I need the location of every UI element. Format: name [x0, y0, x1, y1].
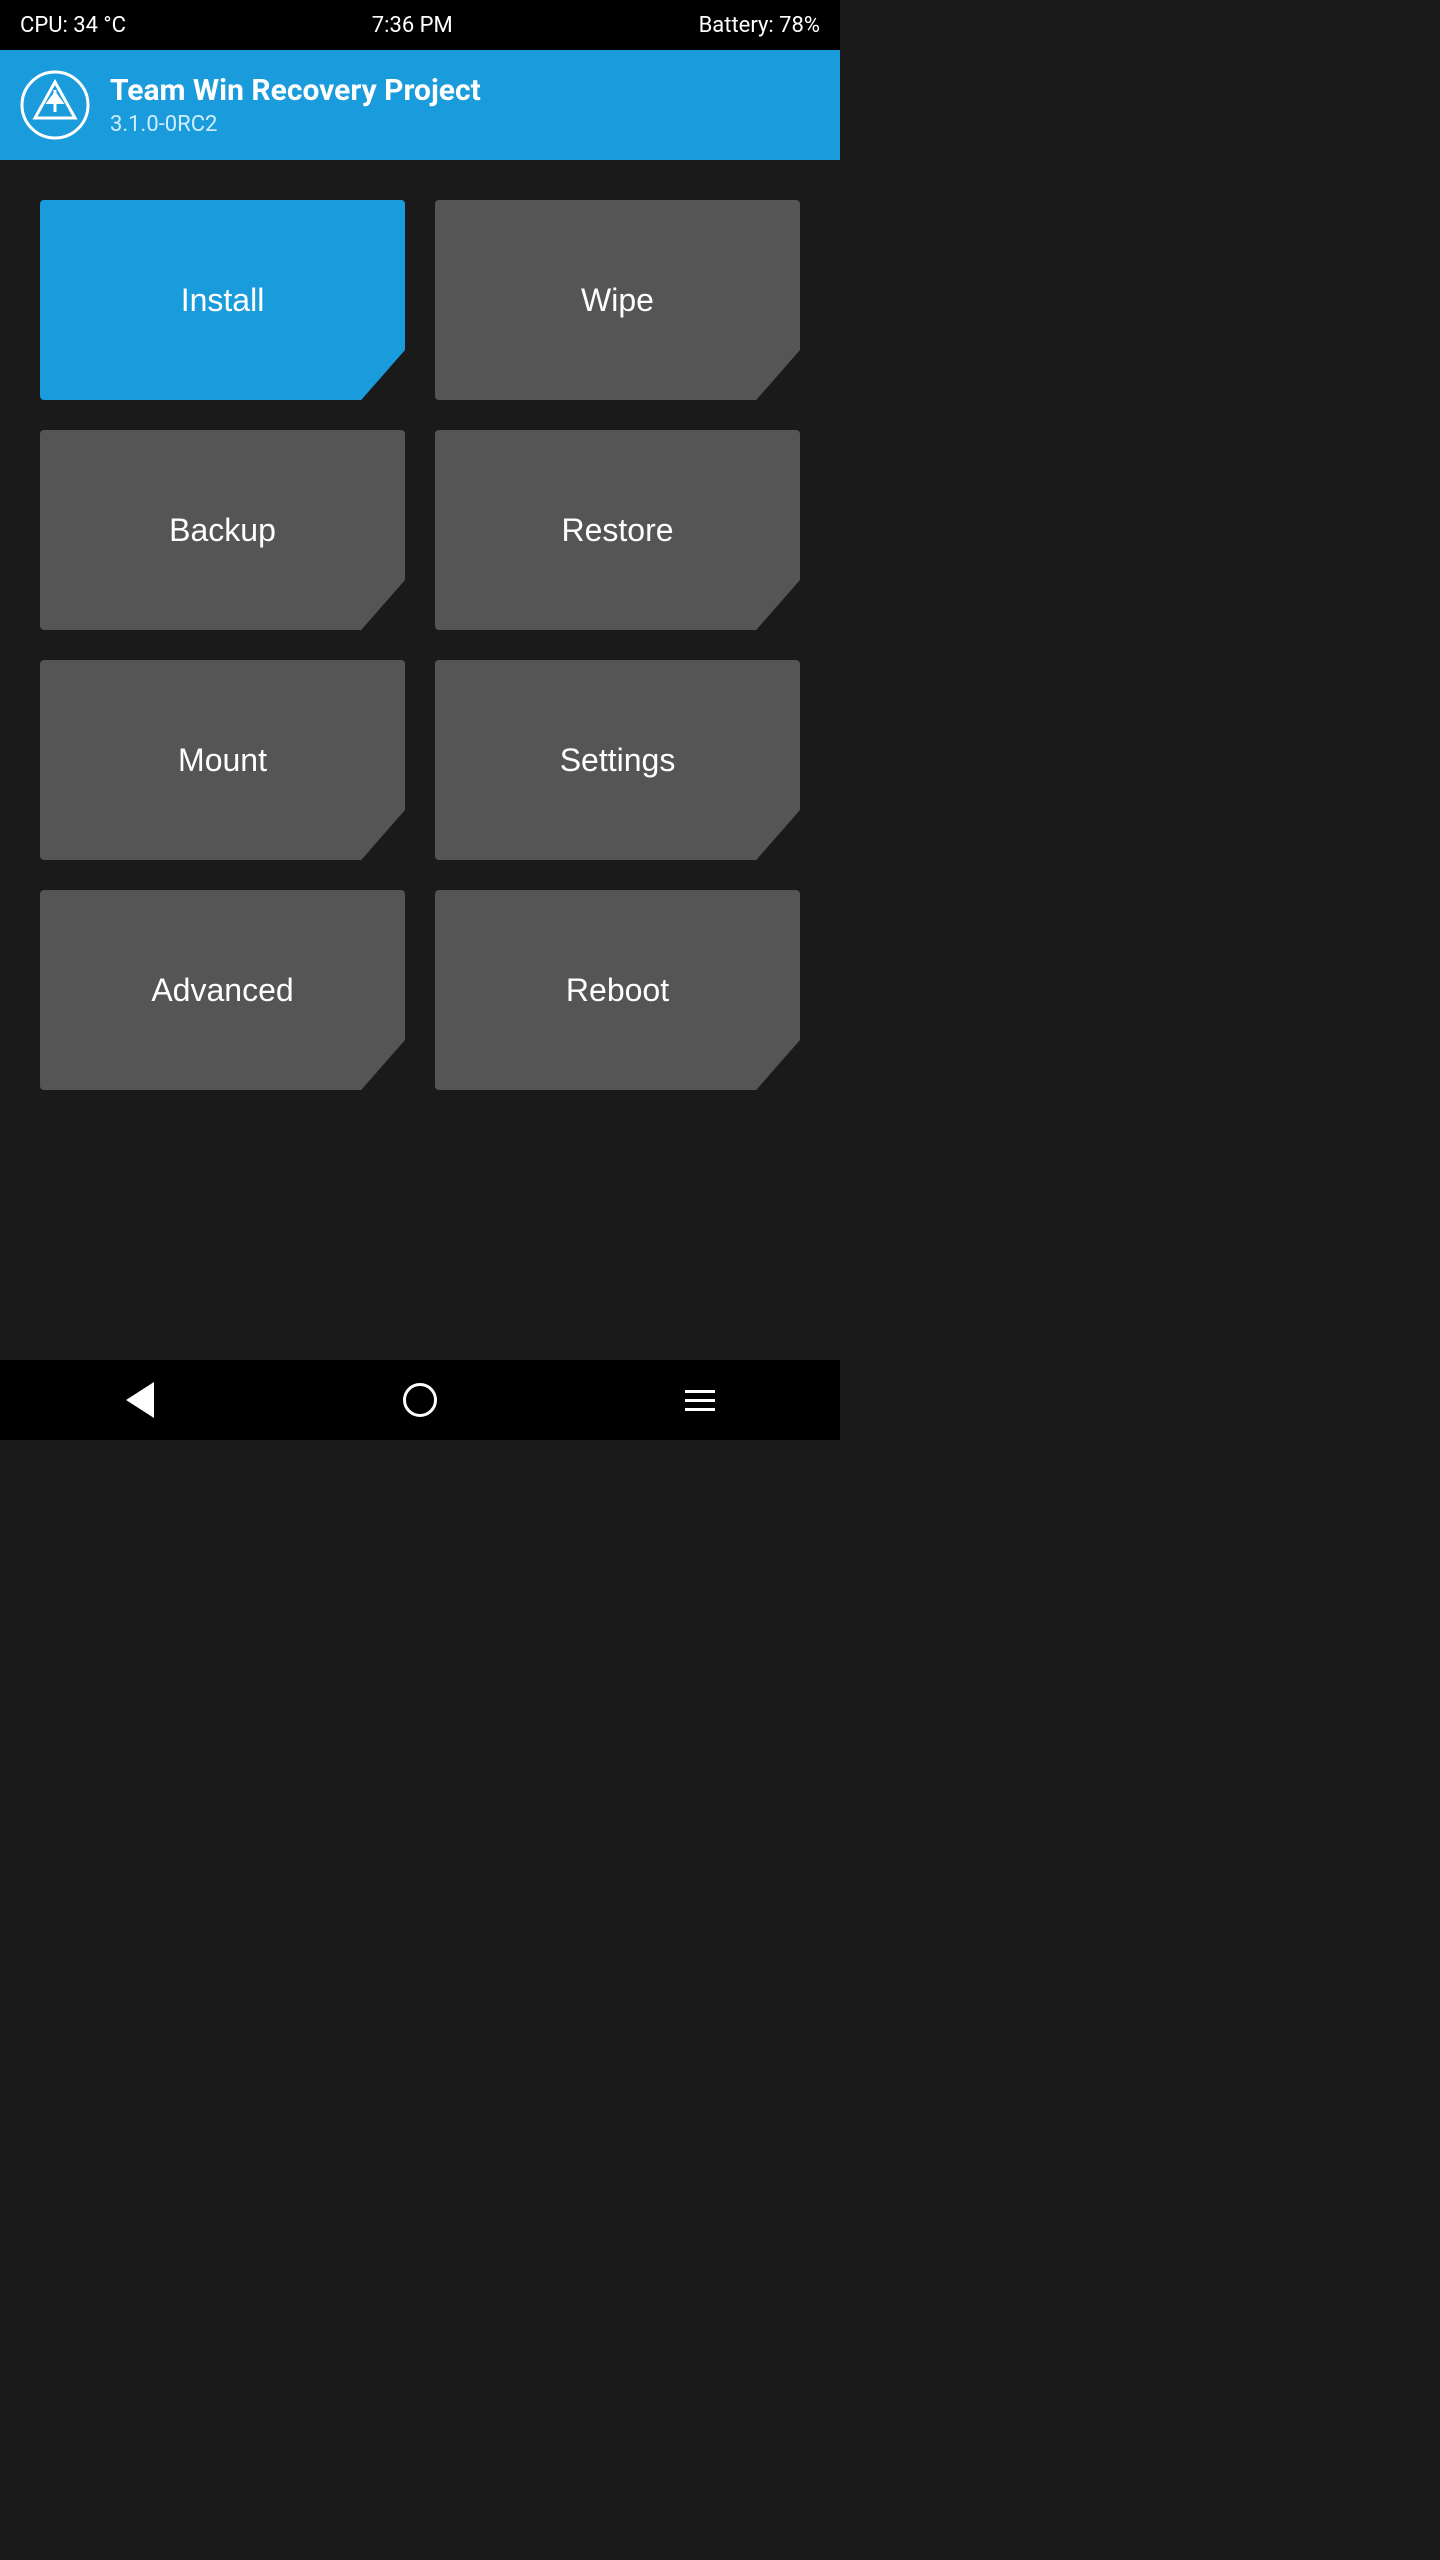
header-text-group: Team Win Recovery Project 3.1.0-0RC2: [110, 73, 481, 137]
menu-icon: [685, 1390, 715, 1411]
status-bar: CPU: 34 °C 7:36 PM Battery: 78%: [0, 0, 840, 50]
home-icon: [403, 1383, 437, 1417]
settings-button[interactable]: Settings: [435, 660, 800, 860]
install-button[interactable]: Install: [40, 200, 405, 400]
backup-button[interactable]: Backup: [40, 430, 405, 630]
cpu-status: CPU: 34 °C: [20, 13, 126, 38]
restore-button[interactable]: Restore: [435, 430, 800, 630]
menu-line-1: [685, 1390, 715, 1393]
button-row-1: Install Wipe: [40, 200, 800, 400]
button-row-4: Advanced Reboot: [40, 890, 800, 1090]
nav-back-button[interactable]: [110, 1370, 170, 1430]
menu-line-3: [685, 1408, 715, 1411]
navigation-bar: [0, 1360, 840, 1440]
button-row-2: Backup Restore: [40, 430, 800, 630]
app-header: Team Win Recovery Project 3.1.0-0RC2: [0, 50, 840, 160]
advanced-button[interactable]: Advanced: [40, 890, 405, 1090]
nav-home-button[interactable]: [390, 1370, 450, 1430]
back-icon: [126, 1382, 154, 1418]
wipe-button[interactable]: Wipe: [435, 200, 800, 400]
main-content: Install Wipe Backup Restore Mount Settin…: [0, 160, 840, 1110]
reboot-button[interactable]: Reboot: [435, 890, 800, 1090]
menu-line-2: [685, 1399, 715, 1402]
app-title: Team Win Recovery Project: [110, 73, 481, 108]
battery-status: Battery: 78%: [699, 13, 820, 38]
app-version: 3.1.0-0RC2: [110, 112, 481, 137]
nav-menu-button[interactable]: [670, 1370, 730, 1430]
time-status: 7:36 PM: [372, 13, 453, 38]
mount-button[interactable]: Mount: [40, 660, 405, 860]
app-logo: [20, 70, 90, 140]
button-row-3: Mount Settings: [40, 660, 800, 860]
